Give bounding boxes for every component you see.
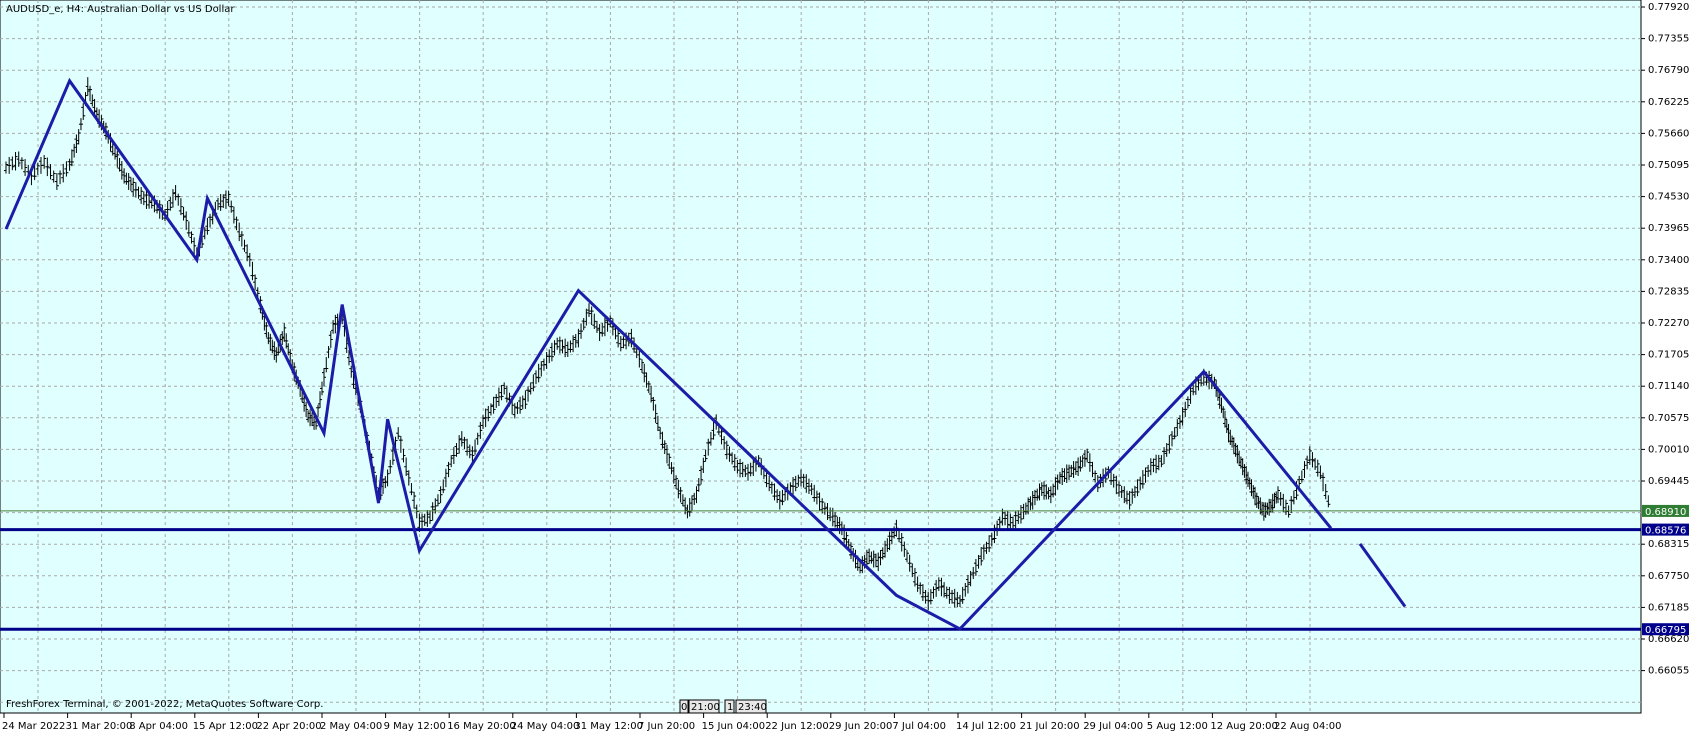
price-tick-label: 0.77355	[1648, 34, 1689, 45]
price-tick-label: 0.69445	[1648, 476, 1689, 487]
price-tick-label: 0.76225	[1648, 97, 1689, 108]
price-tick-label: 0.70010	[1648, 444, 1689, 455]
price-tick-label: 0.73965	[1648, 223, 1689, 234]
price-tick-label: 0.70575	[1648, 413, 1689, 424]
time-tick-label: 22 Jun 12:00	[765, 721, 829, 732]
time-axis[interactable]: 24 Mar 2022 31 Mar 20:008 Apr 04:00 15 Apr…	[2, 713, 1341, 732]
time-tick-label: 22 Aug 04:00	[1274, 721, 1341, 732]
price-tick-label: 0.73400	[1648, 255, 1689, 266]
time-tick-label: 31 May 12:00	[574, 721, 643, 732]
chart-svg[interactable]: 0.77920 0.77355 0.76790 0.76225 0.75660 0.750…	[0, 0, 1697, 737]
bid-price-label: 0.68910	[1645, 507, 1686, 518]
price-tick-label: 0.67750	[1648, 571, 1689, 582]
chart-window: 0.77920 0.77355 0.76790 0.76225 0.75660 0.750…	[0, 0, 1697, 737]
plot-area[interactable]	[0, 0, 1642, 714]
time-tick-label: 5 Aug 12:00	[1147, 721, 1208, 732]
level-price-label-1: 0.68576	[1645, 526, 1686, 537]
time-tick-label: 21 Jul 20:00	[1020, 721, 1080, 732]
price-tick-label: 0.76790	[1648, 65, 1689, 76]
time-tick-label: 31 Mar 20:00	[66, 721, 133, 732]
copyright-text: FreshForex Terminal, © 2001-2022, MetaQu…	[6, 699, 323, 710]
price-tick-label: 0.67185	[1648, 602, 1689, 613]
price-tick-label: 0.68315	[1648, 539, 1689, 550]
time-tick-label: 14 Jul 12:00	[956, 721, 1016, 732]
time-tick-label: 24 Mar 2022	[2, 721, 65, 732]
price-axis[interactable]: 0.77920 0.77355 0.76790 0.76225 0.75660 0.750…	[1641, 2, 1689, 677]
price-tick-label: 0.77920	[1648, 2, 1689, 13]
time-tick-label: 7 Jun 20:00	[638, 721, 695, 732]
chart-title: AUDUSD_e, H4: Australian Dollar vs US Do…	[6, 4, 235, 15]
price-tick-label: 0.75660	[1648, 128, 1689, 139]
time-tick-label: 9 May 12:00	[384, 721, 446, 732]
price-tick-label: 0.71705	[1648, 350, 1689, 361]
time-tick-label: 2 May 04:00	[320, 721, 382, 732]
scroll-marker-2: 1	[727, 702, 733, 713]
time-tick-label: 29 Jun 20:00	[829, 721, 893, 732]
price-tick-label: 0.72835	[1648, 286, 1689, 297]
time-tick-label: 22 Apr 20:00	[256, 721, 321, 732]
time-tick-label: 8 Apr 04:00	[129, 721, 188, 732]
scroll-marker-0: 0	[681, 702, 687, 713]
time-tick-label: 29 Jul 04:00	[1083, 721, 1143, 732]
price-tick-label: 0.74530	[1648, 192, 1689, 203]
price-tick-label: 0.66055	[1648, 666, 1689, 677]
price-tick-label: 0.75095	[1648, 160, 1689, 171]
scroll-marker-1: 21:00	[691, 702, 720, 713]
time-tick-label: 24 May 04:00	[511, 721, 580, 732]
scroll-marker-3: 23:40	[738, 702, 767, 713]
time-tick-label: 7 Jul 04:00	[892, 721, 946, 732]
price-tick-label: 0.72270	[1648, 318, 1689, 329]
time-tick-label: 15 Jun 04:00	[702, 721, 766, 732]
time-tick-label: 16 May 20:00	[447, 721, 516, 732]
level-price-label-2: 0.66795	[1645, 625, 1686, 636]
price-tick-label: 0.71140	[1648, 381, 1689, 392]
time-tick-label: 12 Aug 20:00	[1210, 721, 1277, 732]
time-tick-label: 15 Apr 12:00	[193, 721, 258, 732]
